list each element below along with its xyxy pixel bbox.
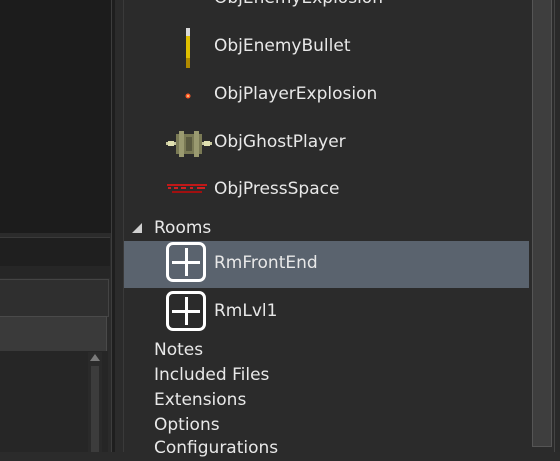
tree-item-rm-front-end[interactable]: RmFrontEnd — [124, 241, 529, 288]
left-input-field[interactable] — [0, 316, 107, 352]
tree-item-obj-player-explosion[interactable]: ObjPlayerExplosion — [124, 72, 529, 120]
left-scrollbar[interactable] — [88, 352, 102, 452]
left-preview-pane — [0, 0, 111, 233]
tree-item-obj-press-space[interactable]: ObjPressSpace — [124, 168, 529, 214]
tree-group-notes[interactable]: Notes — [124, 338, 529, 363]
tree-item-label: RmLvl1 — [214, 301, 278, 321]
scroll-thumb[interactable] — [91, 366, 99, 452]
expand-triangle-icon[interactable] — [132, 223, 142, 233]
left-status-bar — [0, 237, 110, 266]
window-edge — [554, 0, 560, 452]
scroll-up-arrow-icon[interactable] — [90, 354, 100, 361]
resource-tree: ObjEnemyExplosion ObjEnemyBullet ObjPlay… — [124, 0, 530, 458]
tree-group-extensions[interactable]: Extensions — [124, 388, 529, 413]
tree-group-label: Configurations — [154, 438, 279, 458]
room-icon — [166, 242, 206, 282]
left-divider — [0, 266, 110, 278]
scrollbar-track[interactable] — [532, 0, 552, 447]
tree-item-label: ObjEnemyBullet — [214, 36, 351, 56]
press-space-sprite-icon — [167, 184, 207, 193]
tree-group-label: Included Files — [154, 365, 270, 385]
tree-group-label: Extensions — [154, 390, 247, 410]
tree-group-options[interactable]: Options — [124, 413, 529, 438]
room-icon — [166, 291, 206, 331]
tree-item-label: ObjEnemyExplosion — [214, 0, 383, 8]
panel-splitter-handle[interactable] — [115, 0, 124, 452]
ghost-player-sprite-icon — [166, 131, 212, 157]
tree-group-configurations[interactable]: Configurations — [124, 436, 529, 461]
tree-group-rooms[interactable]: Rooms — [124, 216, 529, 241]
left-tab-strip[interactable] — [0, 279, 109, 317]
tree-group-included-files[interactable]: Included Files — [124, 363, 529, 388]
tree-item-label: ObjPressSpace — [214, 179, 340, 199]
tree-item-label: ObjPlayerExplosion — [214, 84, 378, 104]
tree-item-label: ObjGhostPlayer — [214, 132, 346, 152]
tree-scrollbar[interactable] — [530, 0, 560, 452]
tree-item-obj-enemy-bullet[interactable]: ObjEnemyBullet — [124, 24, 529, 72]
tree-group-label: Rooms — [154, 218, 212, 238]
tree-group-label: Notes — [154, 340, 204, 360]
tree-item-obj-enemy-explosion[interactable]: ObjEnemyExplosion — [124, 0, 529, 12]
player-explosion-sprite-icon — [185, 93, 191, 99]
enemy-explosion-sprite-icon — [180, 0, 200, 4]
enemy-bullet-sprite-icon — [186, 28, 190, 68]
tree-item-obj-ghost-player[interactable]: ObjGhostPlayer — [124, 120, 529, 168]
tree-item-rm-lvl1[interactable]: RmLvl1 — [124, 289, 529, 336]
tree-group-label: Options — [154, 415, 220, 435]
tree-item-label: RmFrontEnd — [214, 253, 318, 273]
